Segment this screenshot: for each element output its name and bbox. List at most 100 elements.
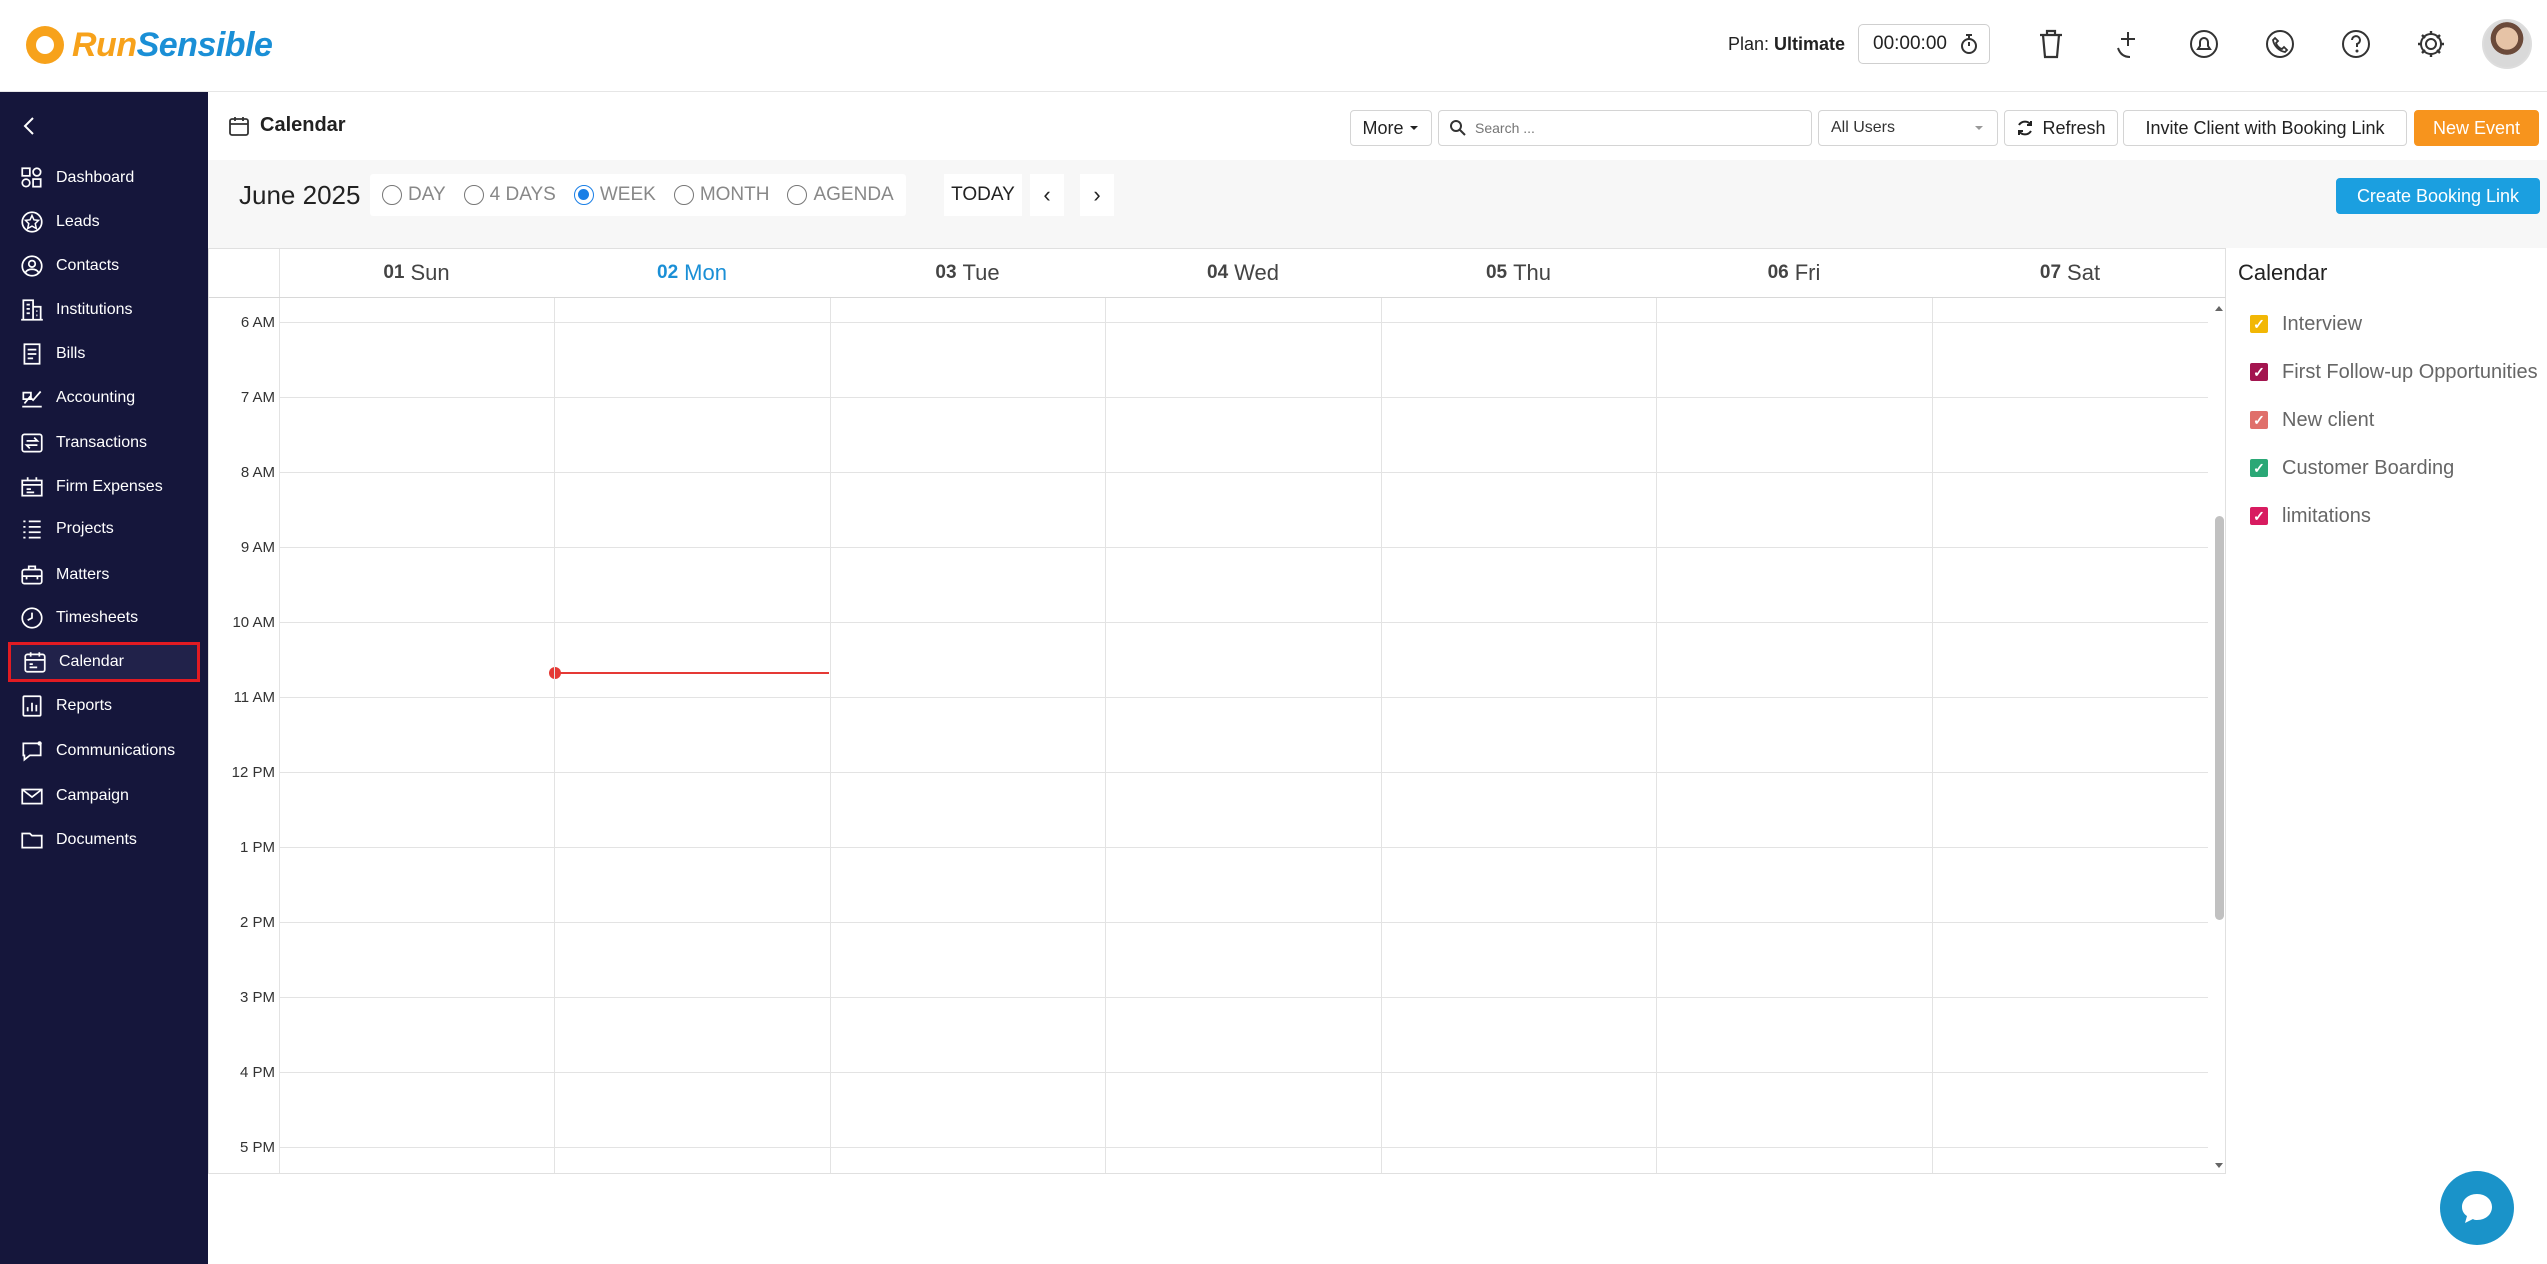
legend-item-interview[interactable]: ✓ Interview xyxy=(2238,300,2538,348)
sidebar-item-label: Contacts xyxy=(56,257,120,274)
new-event-button[interactable]: New Event xyxy=(2414,110,2539,146)
sidebar-item-transactions[interactable]: Transactions xyxy=(8,423,200,463)
day-name: Fri xyxy=(1794,260,1821,285)
view-option-month[interactable]: MONTH xyxy=(673,184,770,206)
hour-label: 6 AM xyxy=(240,314,275,331)
hour-label: 8 AM xyxy=(240,464,275,481)
search-box[interactable] xyxy=(1438,110,1812,146)
create-booking-link-button[interactable]: Create Booking Link xyxy=(2336,178,2540,214)
scroll-up-icon[interactable] xyxy=(2212,302,2226,314)
runsensible-logo[interactable]: RunSensible xyxy=(26,22,273,68)
legend-item-label: New client xyxy=(2282,408,2375,431)
hour-gridline xyxy=(279,1072,2208,1073)
header-divider xyxy=(279,249,280,297)
bell-icon[interactable] xyxy=(2184,24,2224,64)
checkbox-checked-icon[interactable]: ✓ xyxy=(2250,459,2268,477)
sidebar-item-institutions[interactable]: Institutions xyxy=(8,290,200,330)
view-option-agenda[interactable]: AGENDA xyxy=(787,184,894,206)
users-select[interactable]: All Users xyxy=(1818,110,1998,146)
sidebar-item-reports[interactable]: Reports xyxy=(8,686,200,726)
scrollbar-thumb[interactable] xyxy=(2215,516,2224,920)
checkbox-checked-icon[interactable]: ✓ xyxy=(2250,411,2268,429)
day-header-mon[interactable]: 02 Mon xyxy=(554,249,830,297)
plan-label: Plan: xyxy=(1728,34,1770,54)
more-dropdown-button[interactable]: More xyxy=(1350,110,1432,146)
expenses-icon xyxy=(12,467,52,507)
sidebar-item-contacts[interactable]: Contacts xyxy=(8,246,200,286)
timer-widget[interactable]: 00:00:00 xyxy=(1858,24,1990,64)
view-option-label: AGENDA xyxy=(813,184,894,205)
day-number: 04 xyxy=(1207,262,1229,283)
prev-week-button[interactable]: ‹ xyxy=(1030,174,1064,216)
sidebar-item-label: Dashboard xyxy=(56,169,135,186)
phone-plus-icon[interactable] xyxy=(2108,24,2148,64)
view-option-day[interactable]: DAY xyxy=(382,184,446,206)
legend-item-first-follow-up-opportunities[interactable]: ✓ First Follow-up Opportunities xyxy=(2238,348,2538,396)
user-avatar[interactable] xyxy=(2482,19,2532,69)
checkbox-checked-icon[interactable]: ✓ xyxy=(2250,315,2268,333)
sidebar-item-campaign[interactable]: Campaign xyxy=(8,776,200,816)
refresh-button[interactable]: Refresh xyxy=(2004,110,2118,146)
sidebar-item-projects[interactable]: Projects xyxy=(8,509,200,549)
legend-item-label: First Follow-up Opportunities xyxy=(2282,360,2538,383)
day-header-sat[interactable]: 07 Sat xyxy=(1932,249,2208,297)
gear-icon[interactable] xyxy=(2411,24,2451,64)
sidebar-item-bills[interactable]: Bills xyxy=(8,334,200,374)
projects-icon xyxy=(12,509,52,549)
day-number: 02 xyxy=(657,262,679,283)
checkbox-checked-icon[interactable]: ✓ xyxy=(2250,507,2268,525)
hour-label: 5 PM xyxy=(239,1139,275,1156)
view-option-4-days[interactable]: 4 DAYS xyxy=(463,184,556,206)
scroll-down-icon[interactable] xyxy=(2212,1160,2226,1172)
week-grid[interactable]: 6 AM 7 AM 8 AM 9 AM 10 AM 11 AM 12 PM 1 PM 2 PM 3… xyxy=(208,298,2226,1174)
star-icon xyxy=(12,202,52,242)
sidebar-item-dashboard[interactable]: Dashboard xyxy=(8,158,200,198)
stopwatch-icon xyxy=(1961,34,1977,54)
next-week-button[interactable]: › xyxy=(1080,174,1114,216)
radio-icon[interactable] xyxy=(573,185,594,205)
radio-icon[interactable] xyxy=(382,185,402,205)
invite-client-button[interactable]: Invite Client with Booking Link xyxy=(2123,110,2407,146)
sidebar-item-calendar[interactable]: Calendar xyxy=(8,642,200,682)
radio-icon[interactable] xyxy=(787,185,808,205)
day-header-wed[interactable]: 04 Wed xyxy=(1105,249,1381,297)
today-button[interactable]: TODAY xyxy=(944,174,1022,216)
checkbox-checked-icon[interactable]: ✓ xyxy=(2250,363,2268,381)
plan-indicator: Plan: Ultimate xyxy=(1728,34,1845,55)
legend-item-customer-boarding[interactable]: ✓ Customer Boarding xyxy=(2238,444,2538,492)
trash-icon[interactable] xyxy=(2031,24,2071,64)
day-header-sun[interactable]: 01 Sun xyxy=(279,249,554,297)
legend-item-limitations[interactable]: ✓ limitations xyxy=(2238,492,2538,540)
sidebar-item-label: Reports xyxy=(56,697,113,714)
sidebar-item-documents[interactable]: Documents xyxy=(8,820,200,860)
day-header-thu[interactable]: 05 Thu xyxy=(1381,249,1656,297)
radio-icon[interactable] xyxy=(463,185,484,205)
grid-scrollbar[interactable] xyxy=(2212,298,2226,1173)
sidebar-item-label: Bills xyxy=(56,345,86,362)
sidebar-item-accounting[interactable]: Accounting xyxy=(8,378,200,418)
sidebar: Dashboard Leads Contacts Institutions Bills A… xyxy=(0,92,208,1264)
search-input[interactable] xyxy=(1475,120,1805,136)
phone-icon[interactable] xyxy=(2260,24,2300,64)
chat-launcher-button[interactable] xyxy=(2440,1171,2514,1245)
sidebar-item-label: Campaign xyxy=(56,787,129,804)
sidebar-item-communications[interactable]: Communications xyxy=(8,731,200,771)
day-name: Mon xyxy=(684,260,727,285)
sidebar-item-matters[interactable]: Matters xyxy=(8,555,200,595)
building-icon xyxy=(12,290,52,330)
collapse-sidebar-icon[interactable] xyxy=(18,114,42,138)
hour-gridline xyxy=(279,322,2208,323)
sidebar-item-timesheets[interactable]: Timesheets xyxy=(8,598,200,638)
chat-icon xyxy=(12,731,52,771)
view-option-label: MONTH xyxy=(699,184,770,205)
radio-icon[interactable] xyxy=(673,185,694,205)
sidebar-item-firm-expenses[interactable]: Firm Expenses xyxy=(8,467,200,507)
day-header-tue[interactable]: 03 Tue xyxy=(830,249,1105,297)
legend-item-new-client[interactable]: ✓ New client xyxy=(2238,396,2538,444)
help-icon[interactable] xyxy=(2336,24,2376,64)
sidebar-item-leads[interactable]: Leads xyxy=(8,202,200,242)
day-header-fri[interactable]: 06 Fri xyxy=(1656,249,1932,297)
view-option-label: 4 DAYS xyxy=(489,184,556,205)
sidebar-item-label: Matters xyxy=(56,566,110,583)
view-option-week[interactable]: WEEK xyxy=(573,184,656,206)
